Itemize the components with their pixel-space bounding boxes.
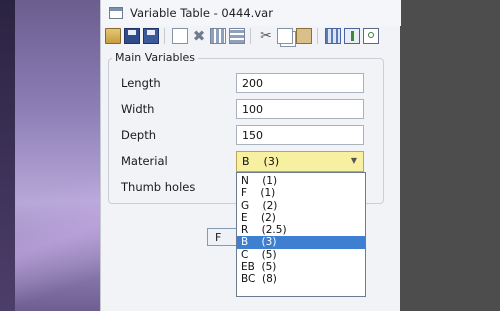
save-as-icon[interactable]	[143, 28, 159, 44]
table-icon[interactable]	[325, 28, 341, 44]
insert-column-icon[interactable]	[344, 28, 360, 44]
find-icon[interactable]	[363, 28, 379, 44]
paste-icon[interactable]	[296, 28, 312, 44]
dropdown-option[interactable]: N (1)	[237, 175, 365, 187]
desktop-background-left	[0, 0, 100, 311]
dropdown-option[interactable]: G (2)	[237, 200, 365, 212]
dropdown-option[interactable]: E (2)	[237, 212, 365, 224]
toolbar-separator	[317, 28, 322, 44]
depth-label: Depth	[121, 128, 157, 142]
length-input[interactable]: 200	[236, 73, 364, 93]
length-label: Length	[121, 76, 161, 90]
width-input[interactable]: 100	[236, 99, 364, 119]
dropdown-option[interactable]: EB (5)	[237, 261, 365, 273]
material-label: Material	[121, 154, 168, 168]
toolbar: ✖ ✂	[105, 26, 379, 46]
depth-input[interactable]: 150	[236, 125, 364, 145]
new-icon[interactable]	[172, 28, 188, 44]
delete-icon[interactable]: ✖	[191, 28, 207, 44]
dropdown-option[interactable]: R (2.5)	[237, 224, 365, 236]
copy-icon[interactable]	[277, 28, 293, 44]
window-title: Variable Table - 0444.var	[130, 6, 273, 20]
width-label: Width	[121, 102, 155, 116]
cut-icon[interactable]: ✂	[258, 28, 274, 44]
dropdown-option[interactable]: BC (8)	[237, 273, 365, 285]
dropdown-option-selected[interactable]: B (3)	[237, 236, 365, 249]
material-select[interactable]: B (3)	[236, 151, 364, 172]
dropdown-option[interactable]: C (5)	[237, 249, 365, 261]
columns-icon[interactable]	[229, 28, 245, 44]
thumb-holes-label: Thumb holes	[121, 180, 196, 194]
partially-hidden-button[interactable]: F	[207, 228, 237, 246]
rows-icon[interactable]	[210, 28, 226, 44]
toolbar-separator	[164, 28, 169, 44]
material-dropdown-list: N (1) F (1) G (2) E (2) R (2.5) B (3) C …	[236, 172, 366, 297]
save-icon[interactable]	[124, 28, 140, 44]
group-legend: Main Variables	[112, 51, 199, 64]
desktop-background-right	[400, 0, 500, 311]
title-bar: Variable Table - 0444.var	[101, 0, 401, 26]
open-icon[interactable]	[105, 28, 121, 44]
toolbar-separator	[250, 28, 255, 44]
app-icon	[109, 7, 123, 19]
dropdown-option[interactable]: F (1)	[237, 187, 365, 199]
chevron-down-icon[interactable]: ▼	[346, 153, 362, 169]
